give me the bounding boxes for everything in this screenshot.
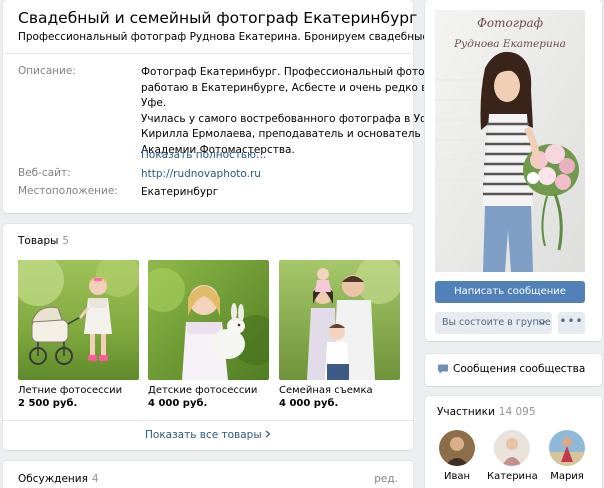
products-header[interactable]: Товары 5 bbox=[18, 235, 69, 247]
member-item[interactable]: Иван bbox=[432, 430, 482, 482]
community-messages-link[interactable]: Сообщения сообщества bbox=[453, 363, 585, 375]
avatar bbox=[494, 430, 530, 466]
product-price: 4 000 руб. bbox=[279, 398, 339, 409]
membership-dropdown-button[interactable]: Вы состоите в группе bbox=[435, 312, 552, 334]
members-count: 14 095 bbox=[498, 406, 536, 418]
show-all-products-link[interactable]: Показать все товары bbox=[3, 429, 413, 441]
discussions-card: Обсуждения 4 ред. bbox=[3, 461, 413, 488]
website-label: Веб-сайт: bbox=[18, 167, 71, 179]
products-title: Товары bbox=[18, 235, 59, 247]
product-photo-family bbox=[279, 260, 400, 380]
product-name: Летние фотосессии bbox=[18, 385, 123, 396]
avatar bbox=[439, 430, 475, 466]
discussions-header[interactable]: Обсуждения 4 bbox=[18, 473, 99, 485]
location-value: Екатеринбург bbox=[141, 186, 219, 198]
product-card[interactable]: Семейная съемка 4 000 руб. bbox=[279, 260, 400, 409]
description-line: Фотограф Екатеринбург. Профессиональный … bbox=[141, 66, 456, 78]
cover-caption: Руднова Екатерина bbox=[454, 38, 566, 50]
website-link[interactable]: http://rudnovaphoto.ru bbox=[141, 168, 261, 180]
chevron-down-icon bbox=[538, 312, 546, 343]
show-all-label: Показать все товары bbox=[145, 429, 262, 441]
page-title: Свадебный и семейный фотограф Екатеринбу… bbox=[18, 9, 418, 27]
members-title: Участники bbox=[437, 406, 495, 418]
product-name: Семейная съемка bbox=[279, 385, 373, 396]
description-line: Кирилла Ермолаева, преподаватель и основ… bbox=[141, 128, 421, 140]
product-image[interactable] bbox=[279, 260, 400, 380]
cover-photo[interactable]: Фотограф Руднова Екатерина bbox=[435, 10, 585, 272]
more-actions-button[interactable]: ••• bbox=[558, 312, 585, 334]
description-label: Описание: bbox=[18, 65, 76, 77]
divider bbox=[3, 420, 413, 421]
send-message-button[interactable]: Написать сообщение bbox=[435, 281, 585, 303]
members-card: Участники 14 095 Иван Катерина Мария bbox=[425, 396, 602, 488]
product-price: 4 000 руб. bbox=[148, 398, 208, 409]
product-card[interactable]: Летние фотосессии 2 500 руб. bbox=[18, 260, 139, 409]
page-status: Профессиональный фотограф Руднова Екатер… bbox=[18, 31, 477, 43]
description-line: работаю в Екатеринбурге, Асбесте и очень… bbox=[141, 81, 440, 94]
show-more-link[interactable]: Показать полностью… bbox=[141, 149, 266, 161]
discussions-title: Обсуждения bbox=[18, 473, 88, 485]
cover-card: Фотограф Руднова Екатерина Написать сооб… bbox=[425, 0, 602, 341]
membership-label: Вы состоите в группе bbox=[442, 317, 551, 328]
product-name: Детские фотосессии bbox=[148, 385, 258, 396]
product-price: 2 500 руб. bbox=[18, 398, 78, 409]
member-name: Мария bbox=[550, 471, 584, 482]
product-photo-summer bbox=[18, 260, 139, 380]
chat-bubble-icon bbox=[437, 364, 449, 378]
description-text: Фотограф Екатеринбург. Профессиональный … bbox=[141, 65, 455, 158]
location-label: Местоположение: bbox=[18, 185, 118, 197]
website-value: http://rudnovaphoto.ru bbox=[141, 167, 261, 183]
products-card: Товары 5 Летние фотосессии 2 500 руб. Де… bbox=[3, 224, 413, 450]
avatar bbox=[549, 430, 585, 466]
product-card[interactable]: Детские фотосессии 4 000 руб. bbox=[148, 260, 269, 409]
member-name: Иван bbox=[443, 471, 471, 482]
description-line: Училась у самого востребованного фотогра… bbox=[141, 112, 443, 125]
divider bbox=[3, 53, 413, 54]
community-header-card: Свадебный и семейный фотограф Екатеринбу… bbox=[3, 0, 476, 213]
product-photo-kids bbox=[148, 260, 269, 380]
members-header[interactable]: Участники 14 095 bbox=[437, 406, 536, 418]
discussions-edit-link[interactable]: ред. bbox=[374, 473, 398, 485]
member-name: Катерина bbox=[487, 471, 538, 482]
member-item[interactable]: Мария bbox=[542, 430, 592, 482]
product-image[interactable] bbox=[148, 260, 269, 380]
cover-caption: Фотограф bbox=[476, 16, 544, 30]
community-messages-card[interactable]: Сообщения сообщества bbox=[425, 354, 602, 386]
products-count: 5 bbox=[62, 235, 70, 247]
product-image[interactable] bbox=[18, 260, 139, 380]
description-line: Уфе. bbox=[141, 97, 167, 109]
chevron-right-icon bbox=[265, 429, 271, 441]
member-item[interactable]: Катерина bbox=[487, 430, 538, 482]
discussions-count: 4 bbox=[91, 473, 99, 485]
